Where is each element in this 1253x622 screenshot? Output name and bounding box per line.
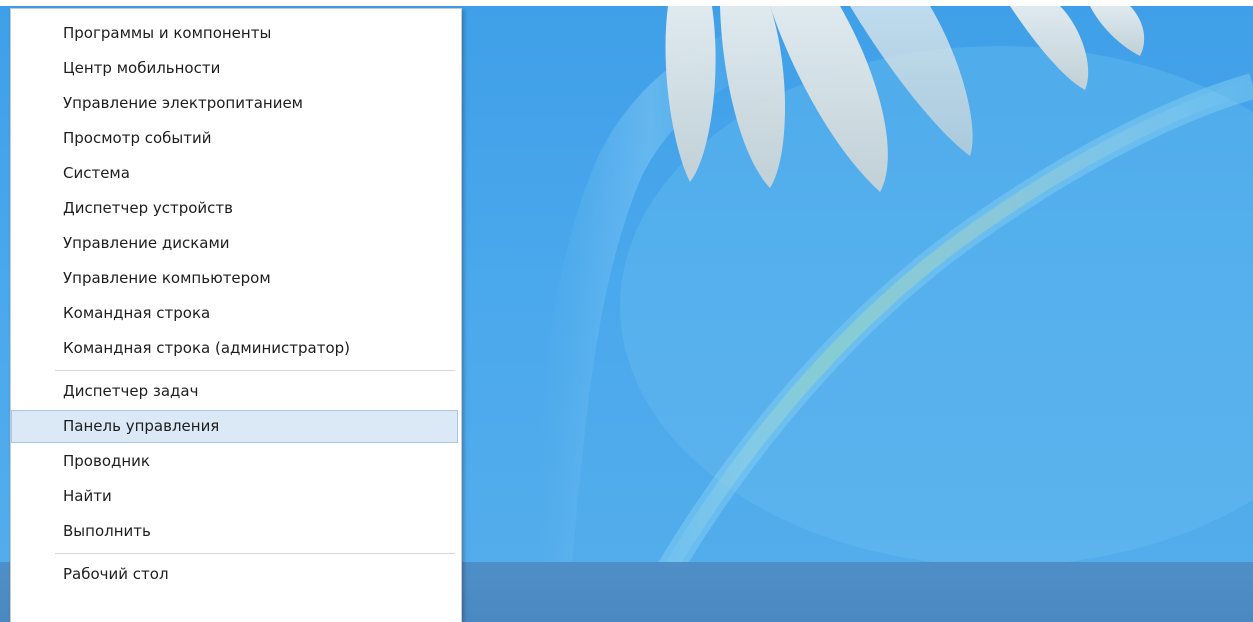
- menu-item[interactable]: Выполнить: [11, 515, 458, 548]
- menu-item[interactable]: Командная строка (администратор): [11, 332, 458, 365]
- menu-item[interactable]: Управление дисками: [11, 227, 458, 260]
- menu-item[interactable]: Управление компьютером: [11, 262, 458, 295]
- menu-item[interactable]: Диспетчер задач: [11, 375, 458, 408]
- menu-item[interactable]: Панель управления: [11, 410, 458, 443]
- menu-separator: [55, 370, 455, 371]
- menu-item[interactable]: Командная строка: [11, 297, 458, 330]
- menu-item[interactable]: Система: [11, 157, 458, 190]
- menu-item[interactable]: Управление электропитанием: [11, 87, 458, 120]
- menu-item[interactable]: Программы и компоненты: [11, 17, 458, 50]
- menu-item[interactable]: Просмотр событий: [11, 122, 458, 155]
- menu-item[interactable]: Центр мобильности: [11, 52, 458, 85]
- menu-item[interactable]: Проводник: [11, 445, 458, 478]
- power-user-context-menu: Программы и компоненты Центр мобильности У…: [10, 8, 462, 622]
- screen: Программы и компоненты Центр мобильности У…: [0, 0, 1253, 622]
- menu-item[interactable]: Диспетчер устройств: [11, 192, 458, 225]
- menu-item[interactable]: Найти: [11, 480, 458, 513]
- menu-separator: [55, 553, 455, 554]
- menu-item[interactable]: Рабочий стол: [11, 558, 458, 591]
